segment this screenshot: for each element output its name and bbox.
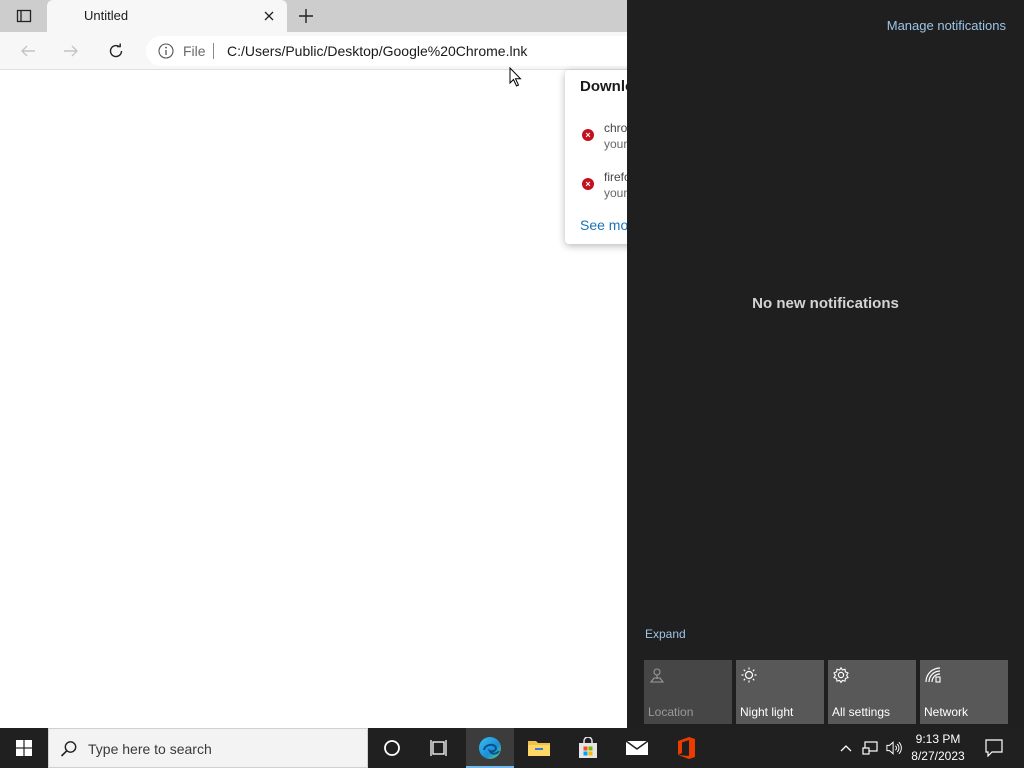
quick-action-label: Night light (740, 705, 794, 719)
tab-untitled[interactable]: Untitled (47, 0, 287, 32)
address-divider (213, 43, 214, 59)
tab-actions-button[interactable] (8, 5, 40, 27)
speaker-volume-icon (886, 741, 902, 755)
task-view-icon (430, 740, 447, 756)
mail-envelope-icon (625, 740, 649, 755)
taskbar-search-box[interactable]: Type here to search (48, 728, 368, 768)
network-wired-icon (862, 741, 878, 755)
clock-time[interactable]: 9:13 PM (906, 732, 970, 746)
tray-network-button[interactable] (862, 740, 878, 756)
no-notifications-message: No new notifications (752, 295, 899, 312)
download-status: your (604, 137, 628, 151)
taskbar-file-explorer-button[interactable] (515, 728, 563, 768)
tab-actions-icon (16, 9, 32, 23)
start-button[interactable] (0, 728, 48, 768)
quick-action-label: Location (648, 705, 694, 719)
quick-action-location[interactable]: Location (644, 660, 732, 724)
download-filename: chro (604, 121, 628, 135)
store-bag-icon (579, 737, 597, 758)
url-text[interactable]: C:/Users/Public/Desktop/Google%20Chrome.… (227, 43, 527, 59)
settings-gear-icon (833, 666, 849, 684)
search-placeholder: Type here to search (88, 741, 212, 757)
tab-close-button[interactable] (259, 6, 279, 26)
quick-action-label: Network (924, 705, 969, 719)
error-icon: × (582, 178, 594, 190)
refresh-icon (109, 43, 123, 58)
taskbar: Type here to search 9:13 PM 8/27/2023 (0, 728, 1024, 768)
edge-browser-icon (479, 737, 501, 759)
taskbar-mail-button[interactable] (613, 728, 661, 768)
expand-link[interactable]: Expand (645, 627, 686, 641)
office-logo-icon (678, 737, 695, 759)
close-icon (264, 11, 274, 21)
mouse-cursor-icon (509, 67, 522, 87)
show-hidden-icons-button[interactable] (838, 740, 854, 756)
notification-icon (985, 739, 1003, 757)
manage-notifications-link[interactable]: Manage notifications (887, 18, 1006, 33)
scheme-label: File (183, 43, 206, 59)
night-light-icon (741, 667, 757, 683)
search-icon (60, 741, 77, 757)
plus-icon (299, 9, 313, 23)
taskbar-edge-button[interactable] (466, 728, 514, 768)
tab-title: Untitled (84, 8, 129, 23)
action-center: Manage notifications No new notification… (627, 0, 1024, 728)
quick-action-all-settings[interactable]: All settings (828, 660, 916, 724)
refresh-button[interactable] (102, 37, 130, 65)
forward-arrow-icon (64, 45, 78, 57)
quick-action-night-light[interactable]: Night light (736, 660, 824, 724)
error-icon: × (582, 129, 594, 141)
taskbar-store-button[interactable] (564, 728, 612, 768)
chevron-up-icon (840, 745, 852, 752)
cortana-circle-icon (384, 740, 400, 756)
new-tab-button[interactable] (294, 4, 318, 28)
back-arrow-icon (21, 45, 35, 57)
tray-volume-button[interactable] (886, 740, 902, 756)
see-more-link[interactable]: See mo (580, 217, 628, 233)
action-center-button[interactable] (974, 728, 1014, 768)
task-view-button[interactable] (416, 728, 464, 768)
quick-action-label: All settings (832, 705, 891, 719)
download-status: your (604, 186, 628, 200)
back-button[interactable] (14, 37, 42, 65)
clock-date[interactable]: 8/27/2023 (906, 749, 970, 763)
quick-action-network[interactable]: Network (920, 660, 1008, 724)
network-icon (925, 667, 941, 683)
taskbar-office-button[interactable] (662, 728, 710, 768)
folder-icon (528, 741, 550, 756)
info-icon[interactable] (158, 43, 174, 59)
location-icon (649, 668, 665, 683)
cortana-button[interactable] (368, 728, 416, 768)
windows-logo-icon (16, 740, 32, 756)
forward-button[interactable] (57, 37, 85, 65)
